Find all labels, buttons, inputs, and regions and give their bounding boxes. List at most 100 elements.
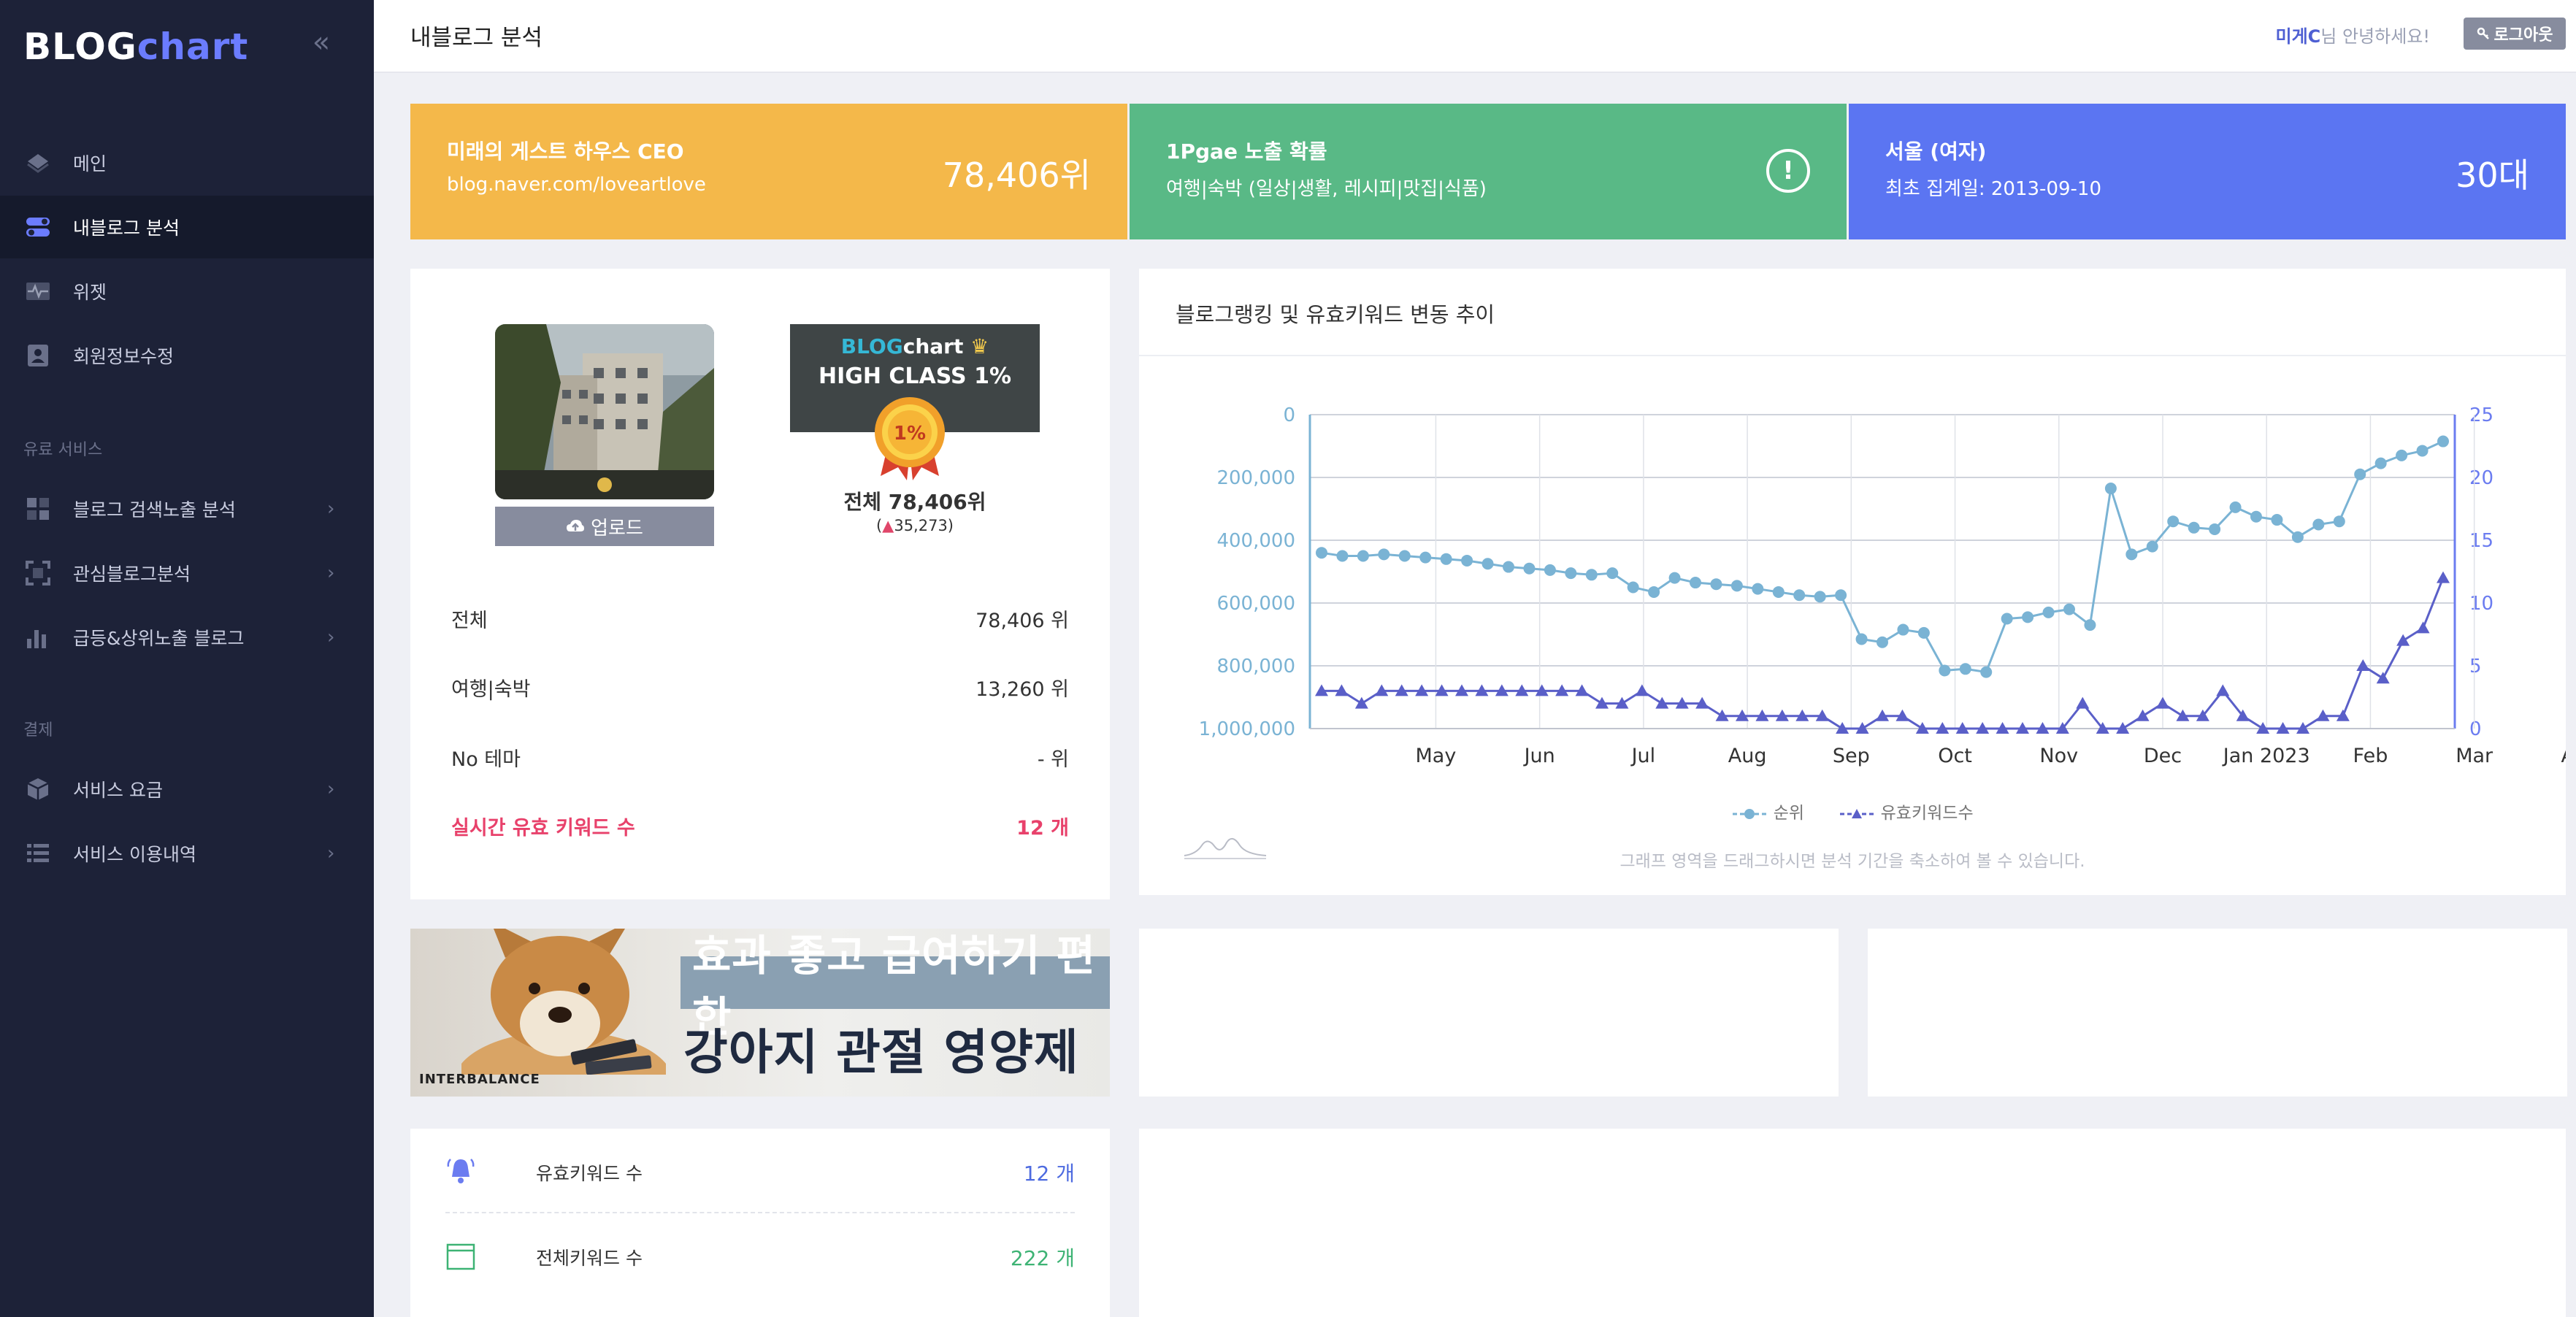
rank-point bbox=[1793, 589, 1806, 602]
rank-point bbox=[1877, 636, 1888, 648]
chevron-right-icon: › bbox=[327, 498, 335, 520]
user-info-card: 서울 (여자) 최초 집계일: 2013-09-10 30대 bbox=[1849, 104, 2566, 239]
sidebar-item-search-exposure[interactable]: 블로그 검색노출 분석 › bbox=[0, 477, 374, 540]
empty-panel-2 bbox=[1868, 929, 2567, 1097]
rank-point bbox=[1627, 581, 1639, 594]
sidebar-item-service-history[interactable]: 서비스 이용내역 › bbox=[0, 822, 374, 885]
rank-row-value: - 위 bbox=[1037, 748, 1069, 771]
x-tick-label: Apr bbox=[2561, 745, 2566, 767]
sidebar-item-label: 서비스 요금 bbox=[73, 780, 163, 801]
page-title: 내블로그 분석 bbox=[410, 25, 543, 51]
rank-row-value: 12 개 bbox=[1016, 817, 1069, 840]
frame-icon bbox=[26, 561, 50, 585]
pulse-icon bbox=[26, 283, 50, 300]
keyword-row-label: 유효키워드 수 bbox=[536, 1163, 643, 1184]
y-right-tick-label: 25 bbox=[2469, 404, 2493, 426]
keyword-point bbox=[2416, 621, 2430, 634]
keyword-summary-card: 유효키워드 수 12 개 전체키워드 수 222 개 bbox=[410, 1129, 1110, 1317]
medal-icon: 1% bbox=[875, 397, 945, 480]
sidebar-item-rising-blogs[interactable]: 급등&상위노출 블로그 › bbox=[0, 606, 374, 669]
user-name[interactable]: 미게C bbox=[2275, 26, 2320, 47]
key-icon bbox=[2477, 27, 2489, 39]
y-right-tick-label: 10 bbox=[2469, 593, 2493, 615]
rank-row-label: 전체 bbox=[451, 610, 488, 632]
bell-icon bbox=[447, 1159, 475, 1183]
logo[interactable]: BLOG chart bbox=[23, 20, 248, 73]
alert-icon[interactable]: ! bbox=[1766, 149, 1810, 193]
badge-class: HIGH CLASS 1% bbox=[818, 364, 1012, 389]
user-card-icon bbox=[28, 345, 48, 366]
exposure-title: 1Pgae 노출 확률 bbox=[1166, 139, 1327, 164]
sidebar-item-service-fee[interactable]: 서비스 요금 › bbox=[0, 758, 374, 821]
exposure-card: 1Pgae 노출 확률 여행|숙박 (일상|생활, 레시피|맛집|식품) ! bbox=[1130, 104, 1847, 239]
rank-point bbox=[1606, 567, 1619, 580]
upload-label: 업로드 bbox=[591, 517, 643, 540]
rank-point bbox=[2374, 457, 2387, 469]
sidebar-item-member-info[interactable]: 회원정보수정 bbox=[0, 324, 374, 387]
logout-button[interactable]: 로그아웃 bbox=[2464, 18, 2566, 50]
rank-point bbox=[2416, 445, 2429, 457]
rank-point bbox=[2354, 468, 2366, 480]
rank-point bbox=[2167, 515, 2180, 528]
user-greeting: 미게C님 안녕하세요! bbox=[2275, 22, 2430, 47]
rank-point bbox=[1668, 572, 1681, 584]
rank-point bbox=[1939, 664, 1951, 677]
rank-point bbox=[2209, 523, 2221, 535]
legend-keywords[interactable]: 유효키워드수 bbox=[1839, 804, 1974, 823]
banner-headline: 효과 좋고 급여하기 편한 bbox=[681, 931, 1110, 1042]
empty-panel-1 bbox=[1139, 929, 1839, 1097]
y-left-tick-label: 600,000 bbox=[1216, 593, 1295, 615]
keyword-row-value: 222 개 bbox=[1010, 1246, 1075, 1270]
rank-point bbox=[2396, 449, 2408, 461]
rank-point bbox=[1523, 562, 1536, 575]
cloud-upload-icon bbox=[567, 520, 585, 531]
y-right-tick-label: 0 bbox=[2469, 718, 2482, 740]
logout-label: 로그아웃 bbox=[2493, 26, 2553, 45]
rank-point bbox=[1814, 591, 1826, 603]
rank-point bbox=[1730, 580, 1743, 592]
upload-button[interactable]: 업로드 bbox=[495, 507, 714, 546]
ad-banner[interactable]: 효과 좋고 급여하기 편한 강아지 관절 영양제 INTERBALANCE bbox=[410, 929, 1110, 1097]
rank-point bbox=[2250, 510, 2262, 523]
rank-row-label: No 테마 bbox=[451, 748, 521, 771]
rank-point bbox=[2229, 501, 2242, 513]
blog-url[interactable]: blog.naver.com/loveartlove bbox=[447, 174, 706, 196]
blog-rank-card: 미래의 게스트 하우스 CEO blog.naver.com/loveartlo… bbox=[410, 104, 1127, 239]
keyword-row-valid[interactable]: 유효키워드 수 12 개 bbox=[445, 1129, 1075, 1213]
keyword-point bbox=[2437, 571, 2450, 583]
rank-change-value: 35,273) bbox=[894, 517, 954, 534]
rank-row-category: 여행|숙박 13,260 위 bbox=[451, 673, 1069, 702]
badge-logo: BLOGchart ♛ bbox=[790, 334, 1040, 358]
rank-change-open: ( bbox=[875, 517, 883, 534]
legend-rank-label: 순위 bbox=[1773, 804, 1805, 823]
section-label-paid: 유료 서비스 bbox=[23, 441, 103, 459]
rank-point bbox=[1855, 633, 1868, 645]
rank-point bbox=[2001, 613, 2013, 625]
sidebar-item-widget[interactable]: 위젯 bbox=[0, 260, 374, 323]
rank-point bbox=[1959, 663, 1971, 675]
sidebar-item-label: 급등&상위노출 블로그 bbox=[73, 628, 245, 649]
sidebar-item-label: 회원정보수정 bbox=[73, 346, 175, 367]
collapse-sidebar-icon[interactable]: « bbox=[305, 26, 337, 58]
sidebar-item-interest-blog[interactable]: 관심블로그분석 › bbox=[0, 542, 374, 604]
blog-rank: 78,406위 bbox=[942, 155, 1091, 195]
x-tick-label: Nov bbox=[2039, 745, 2078, 767]
rank-row-theme: No 테마 - 위 bbox=[451, 743, 1069, 772]
chevron-right-icon: › bbox=[327, 626, 335, 648]
rank-point bbox=[1585, 569, 1598, 581]
profile-card: 업로드 BLOGchart ♛ HIGH CLASS 1% 1% 전체 78,4… bbox=[410, 269, 1110, 899]
rank-point bbox=[1565, 567, 1577, 580]
sidebar-item-my-blog-analysis[interactable]: 내블로그 분석 bbox=[0, 196, 374, 258]
y-left-tick-label: 1,000,000 bbox=[1199, 718, 1295, 740]
rank-point bbox=[2188, 521, 2200, 534]
keyword-series-line bbox=[1322, 577, 2445, 730]
legend-rank[interactable]: 순위 bbox=[1731, 804, 1809, 823]
rank-row-value: 13,260 위 bbox=[975, 678, 1069, 701]
rank-point bbox=[1980, 666, 1993, 678]
keyword-row-total[interactable]: 전체키워드 수 222 개 bbox=[445, 1213, 1075, 1298]
x-tick-label: Mar bbox=[2456, 745, 2493, 767]
rank-point bbox=[2104, 483, 2117, 495]
bar-chart-icon bbox=[27, 630, 46, 648]
sidebar-item-main[interactable]: 메인 bbox=[0, 131, 374, 194]
rank-point bbox=[1440, 553, 1452, 565]
